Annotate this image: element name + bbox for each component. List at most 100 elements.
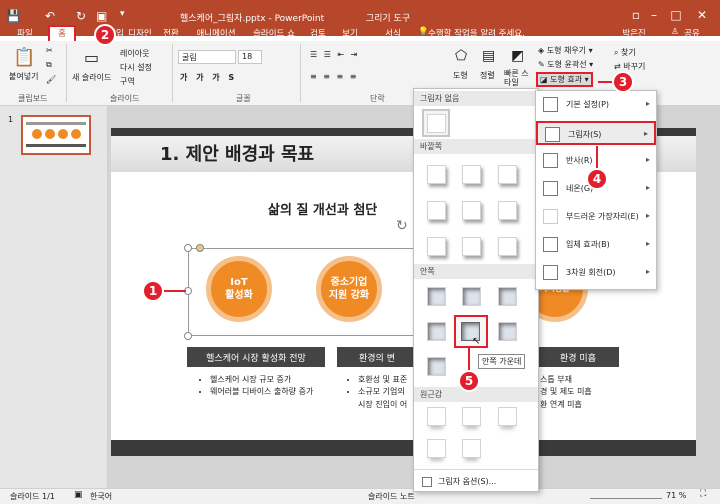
tab-slideshow[interactable]: 슬라이드 쇼	[250, 27, 298, 41]
tell-me-box[interactable]: 수행할 작업을 알려 주세요.	[428, 27, 538, 41]
inner-shadow-option[interactable]	[498, 322, 517, 341]
minimize-icon[interactable]: –	[643, 8, 665, 22]
shapes-icon[interactable]: ⬠	[455, 48, 467, 64]
perspective-shadow-option[interactable]	[498, 407, 517, 426]
inner-shadow-option[interactable]	[427, 357, 446, 376]
panel-header[interactable]: 환경 미흡	[537, 347, 619, 367]
maximize-icon[interactable]: □	[665, 8, 687, 22]
replace-button[interactable]: ⇄ 바꾸기	[614, 61, 645, 72]
tab-file[interactable]: 파일	[10, 27, 40, 41]
effects-icon: ◪	[540, 75, 548, 84]
group-clipboard: 클립보드	[18, 94, 48, 103]
bullet-item: 웨어러블 디바이스 출하량 증가	[210, 386, 318, 398]
circle-sme-support[interactable]: 중소기업 지원 강화	[316, 256, 382, 322]
panel-header[interactable]: 환경의 변	[337, 347, 417, 367]
arrange-icon[interactable]: ▤	[482, 48, 495, 64]
menu-item-soft-edges[interactable]: 부드러운 가장자리(E) ▸	[536, 205, 656, 229]
save-icon[interactable]: 💾	[6, 9, 21, 23]
tab-transitions[interactable]: 전환	[158, 27, 184, 41]
thumbnail-number: 1	[8, 115, 14, 124]
language-indicator[interactable]: 한국어	[90, 491, 112, 502]
chevron-right-icon: ▸	[643, 129, 648, 138]
perspective-shadow-option[interactable]	[462, 407, 481, 426]
tab-design[interactable]: 디자인	[123, 27, 157, 41]
list-icons[interactable]: ☰ ☰ ⇤ ⇥	[310, 50, 359, 59]
perspective-shadow-option[interactable]	[462, 439, 481, 458]
fit-to-window-icon[interactable]: ⛶	[700, 489, 706, 499]
quick-styles-icon[interactable]: ◩	[511, 48, 524, 64]
outer-shadow-option[interactable]	[498, 237, 517, 256]
zoom-slider[interactable]	[590, 491, 662, 499]
outer-shadow-option[interactable]	[498, 201, 517, 220]
tab-home[interactable]: 홈	[48, 25, 76, 43]
inner-shadow-option[interactable]	[498, 287, 517, 306]
shape-outline-button[interactable]: ✎ 도형 윤곽선 ▾	[538, 59, 593, 70]
arrange-button[interactable]: 정렬	[480, 70, 495, 81]
no-shadow-option[interactable]	[422, 109, 450, 137]
slideshow-start-icon[interactable]: ▣	[96, 9, 107, 23]
rotate-handle-icon[interactable]: ↻	[396, 218, 408, 234]
quick-styles-button[interactable]: 빠른 스타일	[504, 69, 534, 88]
menu-item-shadow[interactable]: 그림자(S) ▸	[536, 121, 656, 145]
tab-view[interactable]: 보기	[338, 27, 362, 41]
perspective-shadow-option[interactable]	[427, 407, 446, 426]
copy-icon[interactable]: ⧉	[46, 60, 52, 70]
inner-shadow-option[interactable]	[427, 287, 446, 306]
cut-icon[interactable]: ✂	[46, 46, 53, 55]
user-name[interactable]: 박은진	[617, 27, 651, 41]
outer-shadow-option[interactable]	[462, 237, 481, 256]
format-painter-icon[interactable]: 🖌	[46, 75, 56, 84]
perspective-shadow-option[interactable]	[427, 439, 446, 458]
shadow-options-button[interactable]: 그림자 옵션(S)...	[438, 476, 496, 487]
shapes-button[interactable]: 도형	[453, 70, 468, 81]
paste-icon[interactable]: 📋	[13, 47, 35, 68]
close-icon[interactable]: ✕	[691, 8, 713, 22]
redo-icon[interactable]: ↻	[76, 9, 86, 23]
new-slide-icon[interactable]: ▭	[84, 48, 99, 67]
shape-fill-button[interactable]: ◈ 도형 채우기 ▾	[538, 45, 593, 56]
resize-handle[interactable]	[184, 332, 192, 340]
outer-shadow-option[interactable]	[427, 201, 446, 220]
font-name-box[interactable]: 굴림	[178, 50, 236, 64]
customize-qat-icon[interactable]: ▾	[120, 9, 125, 19]
tab-review[interactable]: 검토	[306, 27, 330, 41]
tab-animations[interactable]: 애니메이션	[190, 27, 242, 41]
outer-shadow-option[interactable]	[498, 165, 517, 184]
window-title: 헬스케어_그림자.pptx - PowerPoint	[180, 14, 325, 24]
panel-header[interactable]: 헬스케어 시장 활성화 전망	[187, 347, 325, 367]
glow-icon	[543, 181, 558, 196]
layout-button[interactable]: 레이아웃	[120, 48, 149, 59]
slide-subtitle[interactable]: 삶의 질 개선과 첨단	[268, 199, 377, 218]
circle-iot[interactable]: IoT 활성화	[206, 256, 272, 322]
new-slide-button[interactable]: 새 슬라이드	[72, 72, 111, 83]
share-button[interactable]: 공유	[682, 27, 702, 41]
find-button[interactable]: ⌕ 찾기	[614, 47, 636, 58]
tab-format[interactable]: 서식	[380, 27, 406, 41]
adjust-handle[interactable]	[196, 244, 204, 252]
paste-button[interactable]: 붙여넣기	[9, 71, 38, 82]
section-button[interactable]: 구역	[120, 76, 135, 87]
outer-shadow-option[interactable]	[427, 237, 446, 256]
font-format-icons[interactable]: 가 가 가 S	[180, 72, 237, 83]
menu-item-bevel[interactable]: 입체 효과(B) ▸	[536, 233, 656, 257]
reset-button[interactable]: 다시 설정	[120, 62, 152, 73]
menu-item-3d-rotation[interactable]: 3차원 회전(D) ▸	[536, 261, 656, 285]
inner-shadow-option[interactable]	[462, 287, 481, 306]
resize-handle[interactable]	[184, 244, 192, 252]
align-icons[interactable]: ≡ ≡ ≡ ≡	[310, 72, 358, 81]
slide-title[interactable]: 1. 제안 배경과 목표	[160, 140, 314, 166]
font-size-box[interactable]: 18	[238, 50, 262, 64]
outer-shadow-option[interactable]	[462, 201, 481, 220]
notes-button[interactable]: 슬라이드 노트	[368, 491, 415, 502]
zoom-level[interactable]: 71 %	[666, 491, 686, 500]
outer-shadow-option[interactable]	[427, 165, 446, 184]
shape-effects-button[interactable]: ◪ 도형 효과 ▾	[536, 72, 593, 87]
shadow-icon	[545, 127, 560, 142]
undo-icon[interactable]: ↶	[45, 9, 55, 23]
slide-thumbnail[interactable]	[21, 115, 91, 155]
spellcheck-icon[interactable]: ▣	[74, 490, 83, 500]
outer-shadow-option[interactable]	[462, 165, 481, 184]
slide-thumbnail-pane	[0, 106, 108, 488]
menu-item-preset[interactable]: 기본 설정(P) ▸	[536, 93, 656, 117]
inner-shadow-option[interactable]	[427, 322, 446, 341]
